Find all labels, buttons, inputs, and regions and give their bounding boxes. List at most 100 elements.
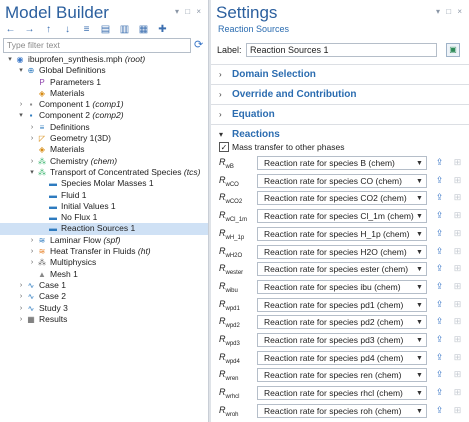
tree-node[interactable]: › ≡ Definitions [0,122,208,133]
go-to-source-icon[interactable]: ⇪ [433,315,446,329]
reaction-rate-select[interactable]: Reaction rate for species ren (chem) [257,368,427,383]
chevron-down-icon[interactable]: ▾ [219,130,223,139]
go-to-source-icon[interactable]: ⇪ [433,209,446,223]
collapse-all-icon[interactable]: ▤ [99,24,112,35]
tree-node[interactable]: ▲ Mesh 1 [0,269,208,280]
chevron-down-icon[interactable]: ▼ [416,337,423,344]
reaction-rate-select[interactable]: Reaction rate for species H_1p (chem) [257,226,427,241]
tree-node[interactable]: › ≋ Heat Transfer in Fluids (ht) [0,246,208,257]
chevron-down-icon[interactable]: ▼ [416,355,423,362]
tree-node[interactable]: ▾ ⁂ Transport of Concentrated Species (tcs… [0,167,208,178]
chevron-down-icon[interactable]: ▼ [416,390,423,397]
tree-node[interactable]: › ∿ Case 2 [0,291,208,302]
mass-transfer-checkbox[interactable]: ✓ [219,142,229,152]
reaction-rate-select[interactable]: Reaction rate for species roh (chem) [257,403,427,418]
chevron-right-icon[interactable]: › [28,133,36,144]
chevron-down-icon[interactable]: ▼ [416,178,423,185]
tree-node[interactable]: › ∿ Study 3 [0,303,208,314]
back-arrow-icon[interactable]: ← [4,24,17,35]
forward-arrow-icon[interactable]: → [23,24,36,35]
tree-node[interactable]: ◈ Materials [0,144,208,155]
move-down-icon[interactable]: ↓ [61,24,74,35]
chevron-right-icon[interactable]: › [17,291,25,302]
tree-node[interactable]: ▬ Species Molar Masses 1 [0,178,208,189]
move-up-icon[interactable]: ↑ [42,24,55,35]
section-reactions[interactable]: ▾ Reactions [211,124,469,144]
chevron-right-icon[interactable]: › [17,280,25,291]
chevron-right-icon[interactable]: › [17,303,25,314]
chevron-down-icon[interactable]: ▼ [416,284,423,291]
reaction-rate-select[interactable]: Reaction rate for species Cl_1m (chem) [257,209,427,224]
chevron-down-icon[interactable]: ▼ [416,302,423,309]
go-to-source-icon[interactable]: ⇪ [433,245,446,259]
go-to-source-icon[interactable]: ⇪ [433,191,446,205]
reaction-rate-select[interactable]: Reaction rate for species ester (chem) [257,262,427,277]
go-to-source-icon[interactable]: ⇪ [433,262,446,276]
section-equation[interactable]: › Equation [211,104,469,124]
tree-node[interactable]: › ▪ Component 1 (comp1) [0,99,208,110]
chevron-right-icon[interactable]: › [28,235,36,246]
go-to-source-icon[interactable]: ⇪ [433,404,446,418]
reaction-rate-select[interactable]: Reaction rate for species ibu (chem) [257,279,427,294]
reaction-rate-select[interactable]: Reaction rate for species pd4 (chem) [257,350,427,365]
reaction-rate-select[interactable]: Reaction rate for species CO2 (chem) [257,191,427,206]
go-to-source-icon[interactable]: ⇪ [433,280,446,294]
tree-node[interactable]: › ⁂ Multiphysics [0,257,208,268]
chevron-down-icon[interactable]: ▼ [416,231,423,238]
section-domain-selection[interactable]: › Domain Selection [211,64,469,84]
tree-node[interactable]: ▾ ⊕ Global Definitions [0,65,208,76]
go-to-source-icon[interactable]: ⇪ [433,174,446,188]
tree-node[interactable]: ▾ ▪ Component 2 (comp2) [0,110,208,121]
chevron-down-icon[interactable]: ▼ [416,266,423,273]
chevron-down-icon[interactable]: ▾ [28,167,36,178]
chevron-right-icon[interactable]: › [28,257,36,268]
reaction-rate-select[interactable]: Reaction rate for species pd3 (chem) [257,333,427,347]
tree-node[interactable]: ▬ No Flux 1 [0,212,208,223]
refresh-filter-icon[interactable]: ⟳ [194,38,203,51]
expand-all-icon[interactable]: ▥ [118,24,131,35]
model-tree-menu-icon[interactable]: ▦ [137,24,150,35]
chevron-down-icon[interactable]: ▼ [416,160,423,167]
reaction-rate-select[interactable]: Reaction rate for species CO (chem) [257,173,427,188]
tree-node[interactable]: › ▦ Results [0,314,208,325]
reaction-rate-select[interactable]: Reaction rate for species H2O (chem) [257,244,427,259]
chevron-right-icon[interactable]: › [219,70,222,79]
chevron-right-icon[interactable]: › [28,156,36,167]
chevron-right-icon[interactable]: › [219,90,222,99]
chevron-right-icon[interactable]: › [17,314,25,325]
show-more-icon[interactable]: ≡ [80,24,93,35]
tree-filter-input[interactable]: Type filter text [3,38,191,53]
tree-node[interactable]: ◈ Materials [0,88,208,99]
add-node-icon[interactable]: ✚ [156,24,169,35]
chevron-down-icon[interactable]: ▼ [416,372,423,379]
chevron-down-icon[interactable]: ▾ [6,54,14,65]
reaction-rate-select[interactable]: Reaction rate for species pd1 (chem) [257,297,427,312]
go-to-source-icon[interactable]: ⇪ [433,298,446,312]
reaction-rate-select[interactable]: Reaction rate for species rhcl (chem) [257,386,427,401]
go-to-source-icon[interactable]: ⇪ [433,351,446,365]
label-input[interactable]: Reaction Sources 1 [246,43,437,57]
chevron-down-icon[interactable]: ▾ [17,65,25,76]
chevron-right-icon[interactable]: › [28,122,36,133]
section-override-and-contribution[interactable]: › Override and Contribution [211,84,469,104]
tree-node[interactable]: › ◸ Geometry 1(3D) [0,133,208,144]
tree-node[interactable]: › ∿ Case 1 [0,280,208,291]
chevron-right-icon[interactable]: › [219,110,222,119]
reaction-rate-select[interactable]: Reaction rate for species B (chem) [257,156,427,170]
tree-node[interactable]: ▬ Fluid 1 [0,190,208,201]
chevron-right-icon[interactable]: › [17,99,25,110]
tree-node[interactable]: › ≋ Laminar Flow (spf) [0,235,208,246]
chevron-down-icon[interactable]: ▼ [416,213,423,220]
go-to-source-icon[interactable]: ⇪ [433,386,446,400]
window-controls[interactable]: ▾ □ × [175,7,203,16]
tree-node[interactable]: ▬ Reaction Sources 1 [0,223,208,235]
go-to-source-icon[interactable]: ⇪ [433,368,446,382]
label-edit-icon[interactable]: ▣ [446,43,460,57]
chevron-down-icon[interactable]: ▾ [17,110,25,121]
chevron-down-icon[interactable]: ▼ [416,195,423,202]
tree-node[interactable]: › ⁂ Chemistry (chem) [0,156,208,167]
chevron-down-icon[interactable]: ▼ [416,319,423,326]
chevron-down-icon[interactable]: ▼ [416,408,423,415]
chevron-right-icon[interactable]: › [28,246,36,257]
tree-node[interactable]: ▬ Initial Values 1 [0,201,208,212]
